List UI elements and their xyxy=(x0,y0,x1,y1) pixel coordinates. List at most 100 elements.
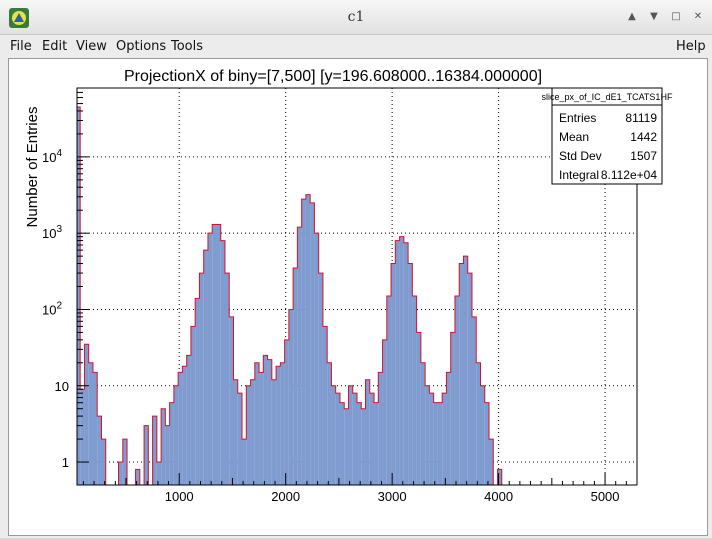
menu-tools[interactable]: Tools xyxy=(171,39,203,54)
stats-name: slice_px_of_IC_dE1_TCATS1HF xyxy=(542,92,673,102)
histogram-bin xyxy=(84,344,89,485)
histogram-bin xyxy=(378,372,383,485)
histogram-bin xyxy=(357,402,362,485)
histogram-bin xyxy=(442,393,447,485)
stats-label-stddev: Std Dev xyxy=(559,149,602,163)
histogram-bin xyxy=(212,224,217,485)
histogram-bin xyxy=(352,393,357,485)
stats-value-entries: 81119 xyxy=(625,111,657,125)
menu-file[interactable]: File xyxy=(10,39,32,54)
histogram-bin xyxy=(216,224,221,485)
histogram-bin xyxy=(280,362,285,485)
histogram-bin xyxy=(267,359,272,485)
histogram-bin xyxy=(186,355,191,485)
histogram-bin xyxy=(284,339,289,485)
canvas-area[interactable]: ProjectionX of biny=[7,500] [y=196.60800… xyxy=(8,58,708,536)
histogram-bin xyxy=(297,227,302,485)
histogram-bin xyxy=(263,355,268,485)
histogram-bin xyxy=(454,296,460,485)
histogram-bin xyxy=(459,263,464,485)
menu-help[interactable]: Help xyxy=(676,39,706,54)
root-canvas-window: c1 ▲ ▼ □ ✕ File Edit View Options Tools … xyxy=(0,0,712,538)
x-tick-label: 4000 xyxy=(484,489,513,504)
histogram-bin xyxy=(88,362,93,485)
histogram-bin xyxy=(391,263,396,485)
histogram-bin xyxy=(80,389,85,485)
histogram-bin xyxy=(386,296,392,485)
histogram-bin xyxy=(420,362,426,485)
stats-box[interactable]: slice_px_of_IC_dE1_TCATS1HF Entries 8111… xyxy=(542,87,673,185)
x-tick-label: 1000 xyxy=(165,489,194,504)
down-arrow-icon[interactable]: ▼ xyxy=(646,9,662,25)
stats-value-stddev: 1507 xyxy=(630,149,657,163)
menu-options[interactable]: Options xyxy=(116,39,166,54)
y-tick-label: 10 xyxy=(55,379,69,394)
y-axis-label: Number of Entries xyxy=(24,107,41,228)
histogram-bin xyxy=(92,372,98,485)
histogram-bin xyxy=(489,439,494,485)
histogram-bin xyxy=(254,362,260,485)
histogram-bin xyxy=(118,462,123,485)
histogram-bin xyxy=(344,408,349,485)
histogram-bin xyxy=(305,194,311,485)
histogram-bin xyxy=(322,326,328,485)
histogram-bin xyxy=(327,362,332,485)
histogram-bin xyxy=(399,236,404,485)
histogram-bin xyxy=(331,385,336,485)
y-tick-label: 1 xyxy=(62,455,69,470)
x-tick-label: 5000 xyxy=(591,489,620,504)
histogram-bin xyxy=(433,402,438,485)
histogram-bin xyxy=(437,402,443,485)
histogram-bin xyxy=(161,408,166,485)
histogram-bin xyxy=(101,439,106,485)
histogram-bin xyxy=(276,366,281,485)
chart-title: ProjectionX of biny=[7,500] [y=196.60800… xyxy=(124,68,542,85)
histogram-bin xyxy=(144,425,149,485)
menu-view[interactable]: View xyxy=(76,39,107,54)
histogram-bin xyxy=(348,385,353,485)
y-tick-label: 102 xyxy=(42,300,62,317)
histogram-bin xyxy=(361,408,366,485)
histogram-bin xyxy=(195,298,200,485)
close-icon[interactable]: ✕ xyxy=(690,9,706,25)
histogram-bin xyxy=(224,273,230,485)
y-tick-label: 103 xyxy=(42,224,62,241)
histogram-bin xyxy=(403,242,409,485)
histogram-bin xyxy=(271,379,277,485)
y-tick-label: 104 xyxy=(42,148,62,165)
histogram-bars xyxy=(77,106,630,486)
histogram-bin xyxy=(416,332,421,485)
stats-label-entries: Entries xyxy=(559,111,596,125)
histogram-bin xyxy=(190,326,196,485)
menu-edit[interactable]: Edit xyxy=(42,39,67,54)
stats-value-integral: 8.112e+04 xyxy=(601,168,657,182)
histogram-bin xyxy=(484,402,490,485)
histogram-bin xyxy=(182,366,187,485)
window-title: c1 xyxy=(347,9,365,25)
stats-value-mean: 1442 xyxy=(630,130,657,144)
title-bar[interactable]: c1 ▲ ▼ □ ✕ xyxy=(0,0,712,35)
histogram-bin xyxy=(250,379,255,485)
histogram-bin xyxy=(165,425,170,485)
histogram-bin xyxy=(246,385,251,485)
histogram-bin xyxy=(203,250,208,485)
histogram-bin xyxy=(259,372,264,485)
histogram-bin xyxy=(233,379,238,485)
up-arrow-icon[interactable]: ▲ xyxy=(624,9,640,25)
maximize-icon[interactable]: □ xyxy=(668,9,684,25)
histogram-bin xyxy=(450,332,455,485)
histogram-chart[interactable]: ProjectionX of biny=[7,500] [y=196.60800… xyxy=(9,59,707,535)
menu-bar: File Edit View Options Tools Help xyxy=(0,35,712,57)
histogram-bin xyxy=(318,273,323,485)
histogram-bin xyxy=(339,402,345,485)
histogram-bin xyxy=(173,385,179,485)
histogram-bin xyxy=(412,296,417,485)
histogram-bin xyxy=(229,316,234,485)
histogram-bin xyxy=(425,385,430,485)
histogram-bin xyxy=(169,402,174,485)
histogram-bin xyxy=(365,379,370,485)
histogram-bin xyxy=(471,316,477,485)
histogram-bin xyxy=(429,393,434,485)
histogram-bin xyxy=(310,202,315,485)
histogram-bin xyxy=(199,273,204,485)
